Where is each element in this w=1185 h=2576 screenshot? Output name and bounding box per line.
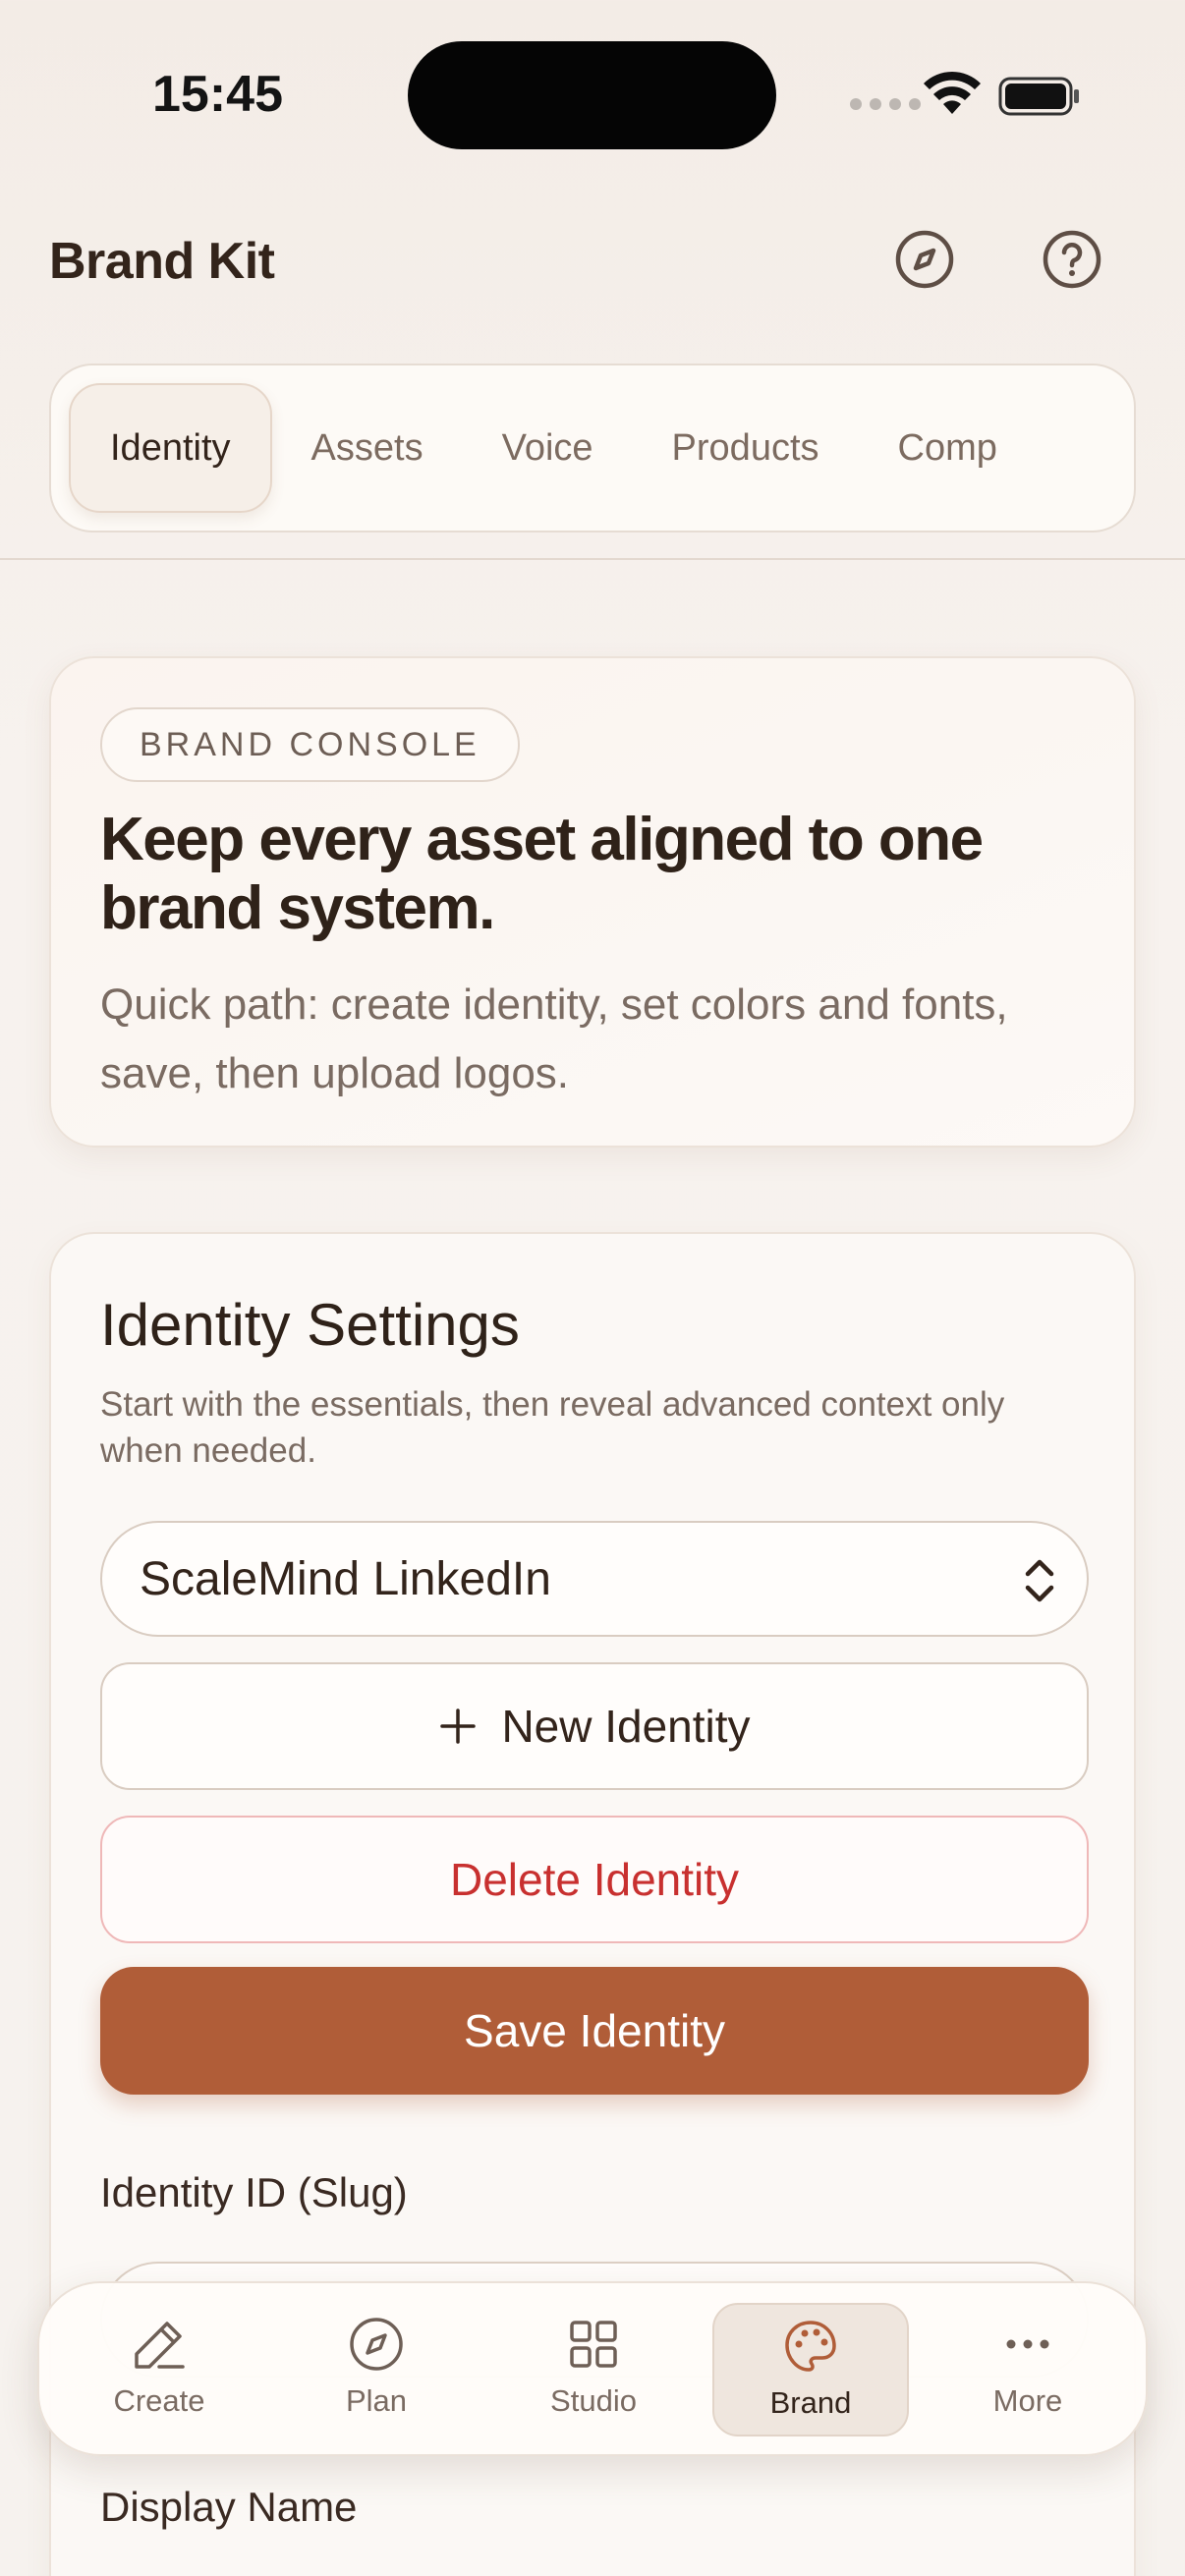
grid-icon <box>570 2321 617 2368</box>
battery-icon <box>998 77 1079 116</box>
status-bar: 15:45 <box>0 0 1185 187</box>
tab-products[interactable]: Products <box>633 383 859 513</box>
hero-headline: Keep every asset aligned to one brand sy… <box>100 806 984 942</box>
page-title: Brand Kit <box>49 233 275 290</box>
pencil-icon <box>135 2322 185 2369</box>
tab-identity[interactable]: Identity <box>69 383 272 513</box>
wifi-icon <box>924 71 981 114</box>
nav-brand-label: Brand <box>769 2385 852 2420</box>
nav-plan-label: Plan <box>345 2383 408 2418</box>
nav-studio-label: Studio <box>550 2383 637 2418</box>
nav-create[interactable]: Create <box>61 2303 257 2436</box>
plus-icon <box>440 1708 477 1744</box>
status-time: 15:45 <box>152 66 283 123</box>
compass-icon[interactable] <box>894 229 955 290</box>
tab-assets[interactable]: Assets <box>272 383 463 513</box>
save-identity-button[interactable]: Save Identity <box>100 1967 1089 2095</box>
display-name-label: Display Name <box>100 2484 358 2530</box>
new-identity-button[interactable]: New Identity <box>100 1662 1089 1790</box>
nav-plan[interactable]: Plan <box>278 2303 475 2436</box>
nav-create-label: Create <box>113 2383 205 2418</box>
identity-slug-label: Identity ID (Slug) <box>100 2169 408 2215</box>
nav-brand[interactable]: Brand <box>712 2303 909 2436</box>
cellular-signal-icon <box>850 98 921 110</box>
tab-voice[interactable]: Voice <box>463 383 633 513</box>
dynamic-island <box>408 41 776 149</box>
brand-console-card: BRAND CONSOLE Keep every asset aligned t… <box>49 656 1136 1148</box>
identity-settings-title: Identity Settings <box>100 1292 520 1358</box>
delete-identity-label: Delete Identity <box>449 1854 740 1905</box>
compass-icon <box>350 2318 403 2371</box>
hero-subtitle: Quick path: create identity, set colors … <box>100 980 1008 1097</box>
bottom-nav: Create Plan Studio Brand More <box>37 2281 1148 2456</box>
identity-select-value: ScaleMind LinkedIn <box>140 1552 551 1605</box>
palette-icon <box>785 2321 836 2372</box>
nav-more-label: More <box>992 2383 1063 2418</box>
tab-comp[interactable]: Comp <box>859 383 1037 513</box>
tab-bar: Identity Assets Voice Products Comp <box>49 364 1136 532</box>
chevron-up-down-icon <box>1025 1559 1054 1602</box>
nav-studio[interactable]: Studio <box>495 2303 692 2436</box>
identity-settings-subtitle: Start with the essentials, then reveal a… <box>100 1385 1005 1470</box>
more-icon <box>1006 2339 1049 2349</box>
brand-console-badge: BRAND CONSOLE <box>100 707 520 782</box>
nav-more[interactable]: More <box>930 2303 1126 2436</box>
identity-select[interactable]: ScaleMind LinkedIn <box>100 1521 1089 1637</box>
help-icon[interactable] <box>1042 229 1102 290</box>
new-identity-label: New Identity <box>501 1701 751 1752</box>
save-identity-label: Save Identity <box>464 2005 725 2056</box>
delete-identity-button[interactable]: Delete Identity <box>100 1816 1089 1943</box>
header-divider <box>0 558 1185 560</box>
